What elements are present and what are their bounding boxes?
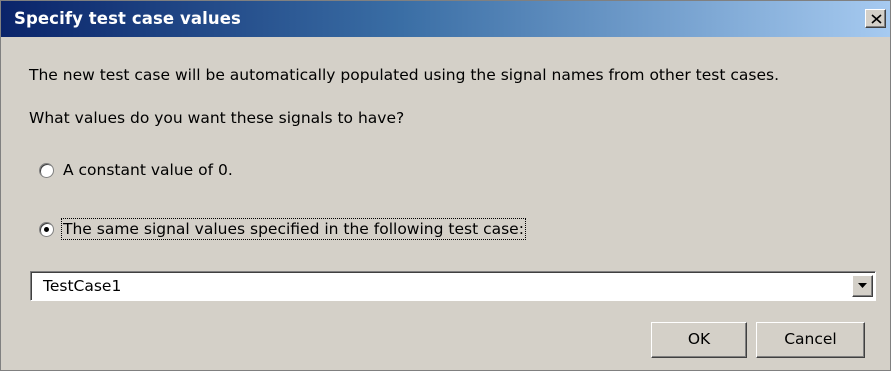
close-icon (871, 14, 882, 24)
test-case-dropdown-value: TestCase1 (43, 277, 122, 295)
question-text: What values do you want these signals to… (29, 109, 405, 127)
dropdown-button[interactable] (852, 275, 873, 297)
ok-button[interactable]: OK (651, 322, 747, 358)
same-signal-values-label: The same signal values specified in the … (61, 218, 526, 240)
title-bar[interactable]: Specify test case values (1, 1, 890, 37)
chevron-down-icon (858, 283, 867, 288)
dialog-title: Specify test case values (14, 9, 241, 28)
test-case-dropdown[interactable]: TestCase1 (30, 271, 876, 301)
specify-test-case-values-dialog: Specify test case values The new test ca… (0, 0, 891, 371)
constant-value-radio[interactable] (39, 162, 54, 178)
intro-text: The new test case will be automatically … (29, 66, 780, 84)
same-signal-values-radio[interactable] (39, 221, 54, 237)
constant-value-label: A constant value of 0. (63, 161, 233, 179)
constant-value-option[interactable]: A constant value of 0. (39, 159, 233, 181)
same-signal-values-option[interactable]: The same signal values specified in the … (39, 218, 526, 240)
close-button[interactable] (865, 9, 886, 28)
cancel-button[interactable]: Cancel (756, 322, 865, 358)
